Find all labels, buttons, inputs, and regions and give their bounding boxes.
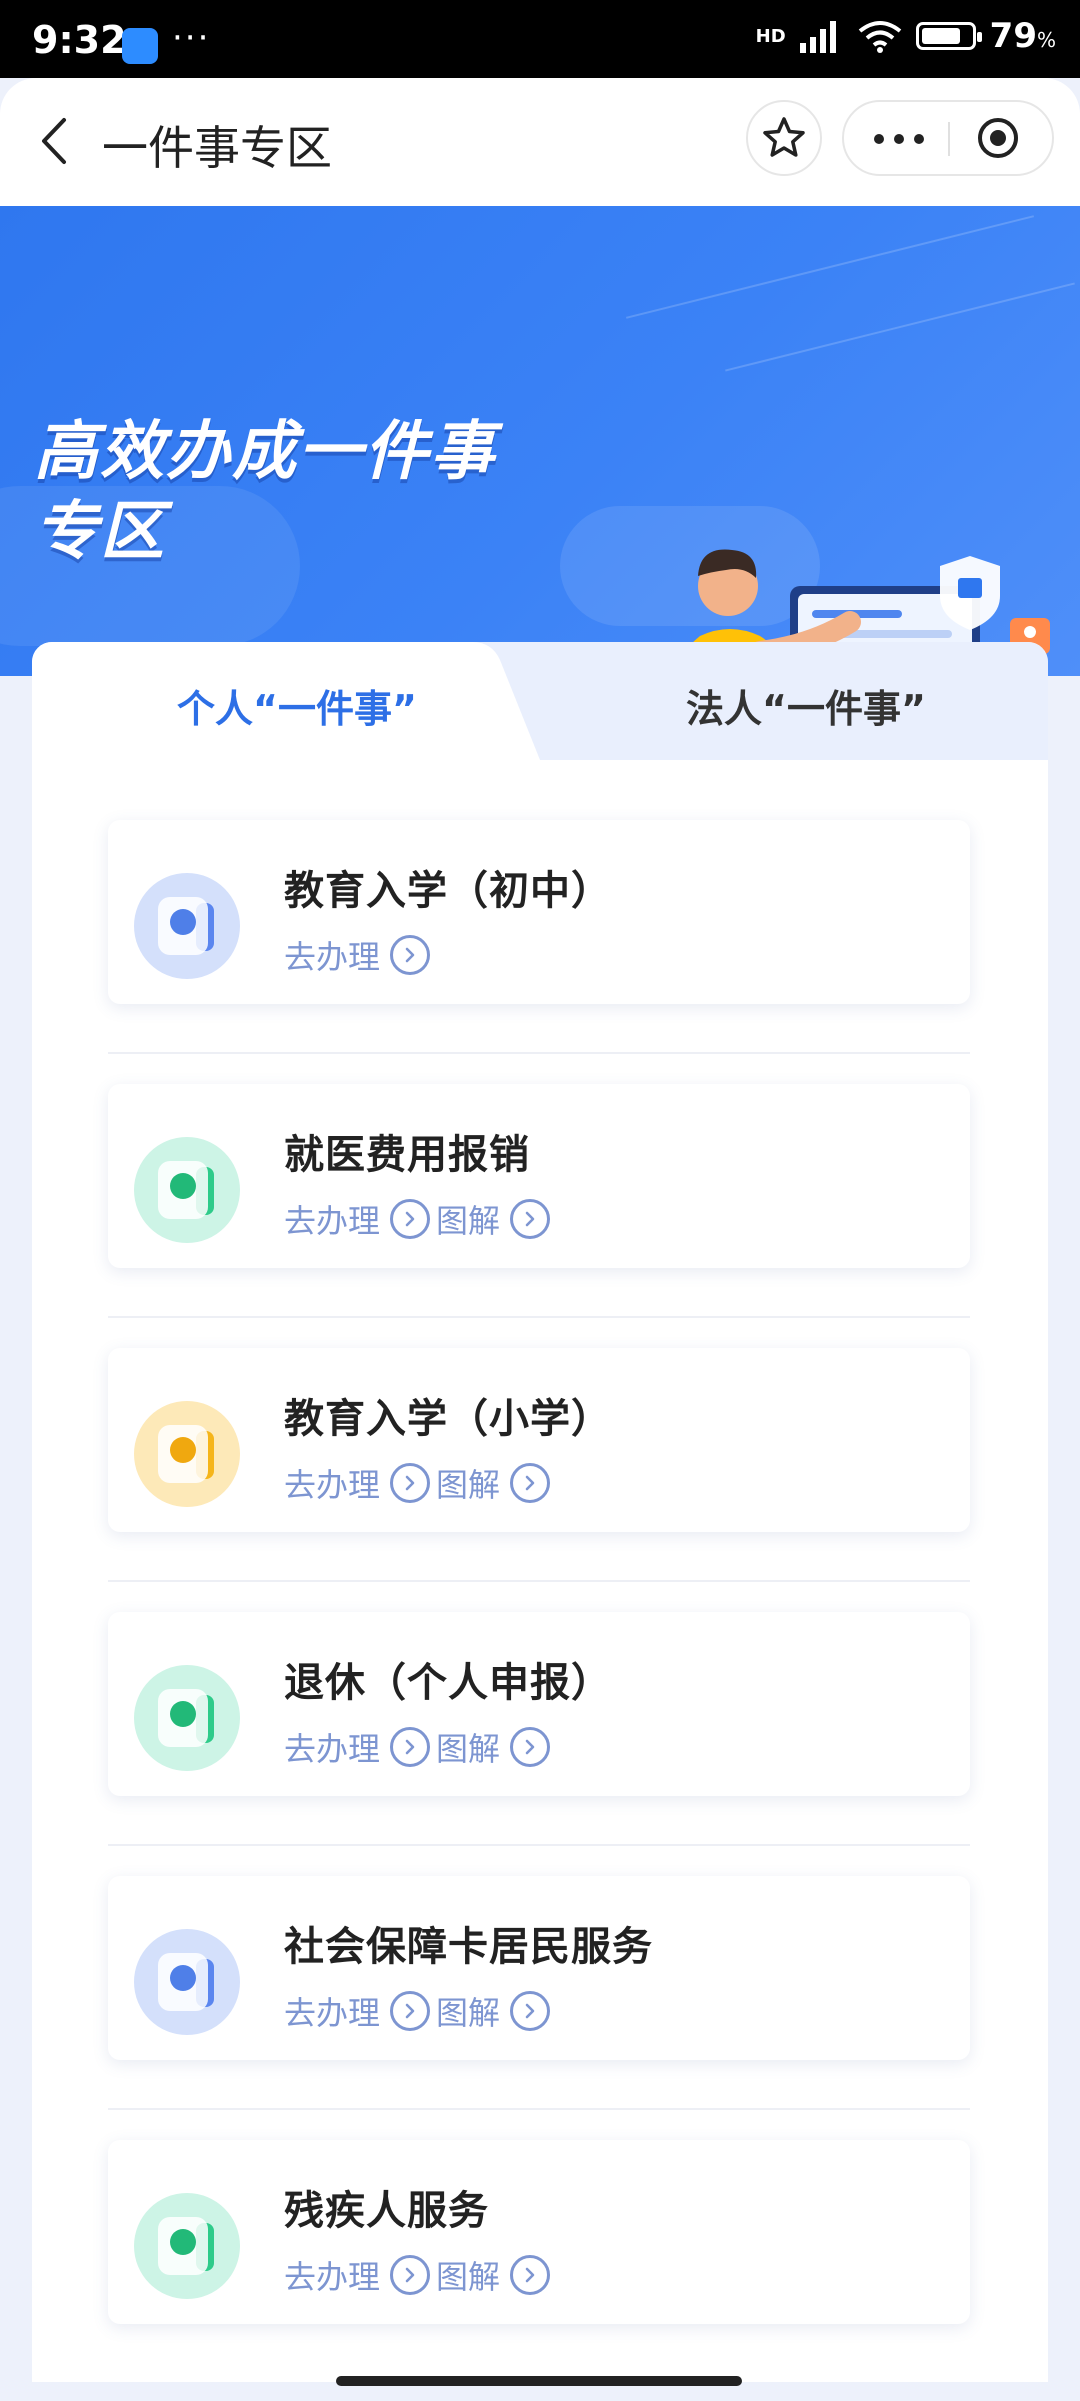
banner-deco-line xyxy=(625,215,1035,319)
mini-program-capsule xyxy=(842,100,1054,176)
diagram-button-label: 图解 xyxy=(436,2258,501,2296)
service-title: 就医费用报销 xyxy=(284,1132,530,1178)
service-title: 教育入学（初中） xyxy=(284,868,612,914)
service-title: 教育入学（小学） xyxy=(284,1396,612,1442)
chevron-right-icon xyxy=(390,1199,431,1239)
diagram-button-label: 图解 xyxy=(436,1730,501,1768)
battery-unit: % xyxy=(1036,28,1056,52)
service-card[interactable]: 残疾人服务去办理 图解 xyxy=(108,2140,970,2324)
card-divider xyxy=(108,2108,970,2110)
banner-deco-line xyxy=(725,282,1075,372)
chevron-right-icon xyxy=(510,1199,551,1239)
diagram-button[interactable]: 图解 xyxy=(436,1724,551,1770)
diagram-button[interactable]: 图解 xyxy=(436,1460,551,1506)
tab-bar: 个人“一件事” 法人“一件事” xyxy=(32,642,1048,760)
service-card[interactable]: 就医费用报销去办理 图解 xyxy=(108,1084,970,1268)
chevron-right-icon xyxy=(390,1727,431,1767)
status-time: 9:32 xyxy=(32,18,127,62)
card-divider xyxy=(108,1052,970,1054)
diagram-button-label: 图解 xyxy=(436,1466,501,1504)
service-title: 社会保障卡居民服务 xyxy=(284,1924,653,1970)
card-divider xyxy=(108,1844,970,1846)
page-title: 一件事专区 xyxy=(102,121,332,175)
chevron-right-icon xyxy=(510,1991,551,2031)
card-divider xyxy=(108,1580,970,1582)
chevron-right-icon xyxy=(510,1463,551,1503)
diagram-button[interactable]: 图解 xyxy=(436,2252,551,2298)
chevron-right-icon xyxy=(510,2255,551,2295)
service-card[interactable]: 教育入学（初中） 去办理 xyxy=(108,820,970,1004)
go-handle-button[interactable]: 去办理 xyxy=(284,2252,431,2298)
app-notification-icon xyxy=(122,28,158,64)
nav-header: 一件事专区 xyxy=(0,78,1080,206)
diagram-button[interactable]: 图解 xyxy=(436,1988,551,2034)
card-divider xyxy=(108,1316,970,1318)
favorite-button[interactable] xyxy=(746,100,822,176)
go-handle-button[interactable]: 去办理 xyxy=(284,932,431,978)
chevron-right-icon xyxy=(390,2255,431,2295)
service-card[interactable]: 社会保障卡居民服务去办理 图解 xyxy=(108,1876,970,2060)
banner-title: 高效办成一件事 专区 xyxy=(34,412,496,572)
diagram-button-label: 图解 xyxy=(436,1994,501,2032)
capsule-divider xyxy=(948,122,950,156)
go-handle-button-label: 去办理 xyxy=(284,1202,381,1240)
tab-legal[interactable]: 法人“一件事” xyxy=(686,678,926,733)
wheelchair-icon xyxy=(134,1665,240,1771)
more-icon[interactable] xyxy=(874,134,924,144)
diagram-button-label: 图解 xyxy=(436,1202,501,1240)
go-handle-button-label: 去办理 xyxy=(284,1466,381,1504)
medical-box-icon xyxy=(134,2193,240,2299)
chevron-right-icon xyxy=(510,1727,551,1767)
go-handle-button[interactable]: 去办理 xyxy=(284,1724,431,1770)
service-title: 残疾人服务 xyxy=(284,2188,489,2234)
hero-banner: 高效办成一件事 专区 xyxy=(0,206,1080,676)
chevron-right-icon xyxy=(390,935,431,975)
person-icon xyxy=(134,1929,240,2035)
go-handle-button[interactable]: 去办理 xyxy=(284,1196,431,1242)
signal-icon xyxy=(799,21,836,53)
back-arrow-icon[interactable] xyxy=(32,116,82,166)
tab-personal[interactable]: 个人“一件事” xyxy=(177,678,417,733)
home-indicator[interactable] xyxy=(336,2376,742,2386)
go-handle-button[interactable]: 去办理 xyxy=(284,1988,431,2034)
medical-box-icon xyxy=(134,1137,240,1243)
service-title: 退休（个人申报） xyxy=(284,1660,612,1706)
hd-label: HD xyxy=(755,25,786,47)
status-more-dots: ··· xyxy=(172,18,211,58)
go-handle-button-label: 去办理 xyxy=(284,938,381,976)
service-card[interactable]: 教育入学（小学） 去办理 图解 xyxy=(108,1348,970,1532)
diagram-button[interactable]: 图解 xyxy=(436,1196,551,1242)
wifi-icon xyxy=(858,21,901,53)
go-handle-button[interactable]: 去办理 xyxy=(284,1460,431,1506)
banner-title-line1: 高效办成一件事 xyxy=(34,415,496,489)
shield-icon xyxy=(134,1401,240,1507)
person-icon xyxy=(134,873,240,979)
battery-icon xyxy=(915,22,982,50)
battery-percent: 79 xyxy=(989,16,1037,56)
go-handle-button-label: 去办理 xyxy=(284,2258,381,2296)
chevron-right-icon xyxy=(390,1463,431,1503)
go-handle-button-label: 去办理 xyxy=(284,1730,381,1768)
chevron-right-icon xyxy=(390,1991,431,2031)
status-bar: 9:32 ··· HD 79% xyxy=(0,0,1080,78)
go-handle-button-label: 去办理 xyxy=(284,1994,381,2032)
service-card[interactable]: 退休（个人申报） 去办理 图解 xyxy=(108,1612,970,1796)
banner-title-line2: 专区 xyxy=(34,495,166,569)
star-icon xyxy=(763,117,805,157)
target-icon[interactable] xyxy=(976,116,1020,160)
service-panel: 个人“一件事” 法人“一件事” 教育入学（初中） 去办理 就医费用报销 去办理 图解 教育… xyxy=(32,642,1048,2382)
